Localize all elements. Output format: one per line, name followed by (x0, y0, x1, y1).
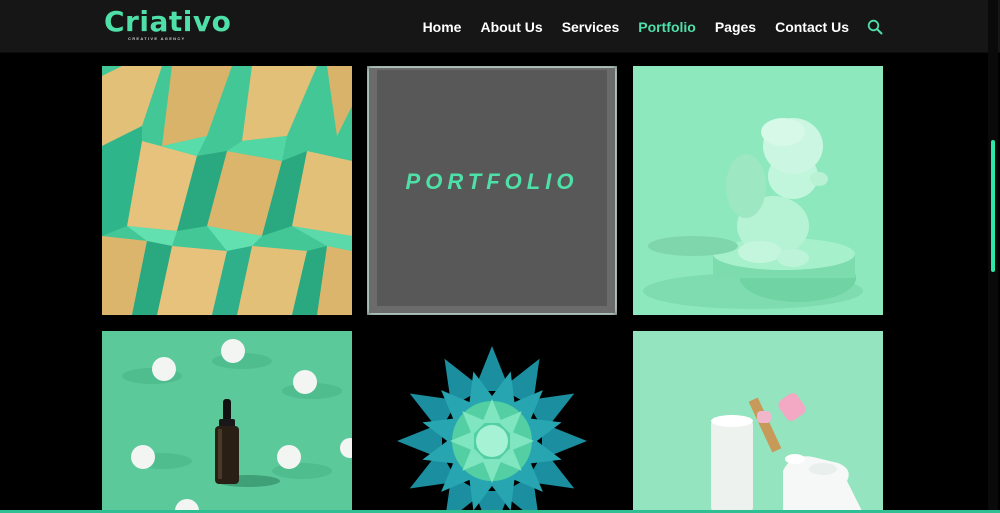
cherub-statue-image (633, 66, 883, 315)
search-icon[interactable] (867, 19, 883, 35)
nav-about-us[interactable]: About Us (480, 19, 542, 35)
brand-logo[interactable]: Criativo CREATIVE AGENCY (104, 5, 232, 42)
page-scrollbar[interactable] (988, 0, 998, 513)
nav-services[interactable]: Services (562, 19, 620, 35)
portfolio-item-paper-flower[interactable] (367, 331, 617, 513)
portfolio-item-cherub[interactable] (633, 66, 883, 315)
nav-contact-us[interactable]: Contact Us (775, 19, 849, 35)
brand-name: Criativo (104, 5, 232, 38)
face-roller-image (633, 331, 883, 513)
portfolio-heading: PORTFOLIO (405, 169, 579, 194)
dropper-bottle-image (102, 331, 352, 513)
nav-portfolio[interactable]: Portfolio (638, 19, 696, 35)
portfolio-item-dropper-bottle[interactable] (102, 331, 352, 513)
origami-pattern-image (102, 66, 352, 315)
nav-pages[interactable]: Pages (715, 19, 756, 35)
portfolio-item-origami[interactable] (102, 66, 352, 315)
site-header: Criativo CREATIVE AGENCY Home About Us S… (0, 0, 1000, 53)
nav-home[interactable]: Home (423, 19, 462, 35)
portfolio-item-face-roller[interactable] (633, 331, 883, 513)
main-nav: Home About Us Services Portfolio Pages C… (404, 19, 883, 35)
portfolio-title-card[interactable]: PORTFOLIO (367, 66, 617, 315)
scrollbar-thumb[interactable] (991, 140, 995, 272)
paper-flower-image (367, 331, 617, 513)
